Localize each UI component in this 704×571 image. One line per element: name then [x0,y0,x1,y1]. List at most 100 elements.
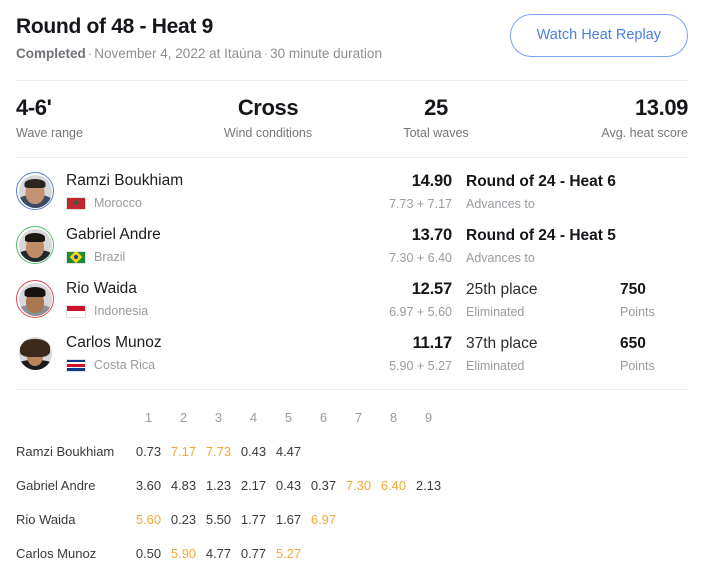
wave-score-cell [376,502,411,536]
country-name: Indonesia [94,304,149,318]
wave-score-cell: 4.77 [205,545,232,561]
wave-column-header: 3 [214,409,223,425]
athlete-info: Carlos Munoz Costa Rica [66,333,348,373]
athlete-row[interactable]: Carlos Munoz Costa Rica 11.17 5.90 + 5.2… [16,326,688,380]
wave-score-cell: 2.17 [240,477,267,493]
subtitle-separator-2: · [263,46,269,61]
athlete-points [620,243,688,247]
result-main: 25th place [466,280,538,298]
wave-score-cell: 0.77 [240,545,267,561]
wave-table-corner [16,400,131,434]
wave-score-cell [411,536,446,570]
avatar [16,172,54,210]
athlete-score: 12.57 6.97 + 5.60 [348,279,452,320]
avatar-image [18,228,52,262]
avatar-image [18,174,52,208]
stat-value: 4-6' [16,95,52,120]
athlete-list: Ramzi Boukhiam ★ Morocco 14.90 7.73 + 7.… [0,158,704,380]
result-sub: Advances to [466,250,535,265]
morocco-flag: ★ [66,196,86,210]
wave-score-cell: 4.47 [275,443,302,459]
athlete-info: Ramzi Boukhiam ★ Morocco [66,171,348,211]
athlete-name: Gabriel Andre [66,226,161,243]
wave-score-cell: 3.60 [135,477,162,493]
points-value: 750 [620,280,646,298]
athlete-row[interactable]: Gabriel Andre Brazil 13.70 7.30 + 6.40 R… [16,218,688,272]
result-main: 37th place [466,334,538,352]
wave-score-cell: 2.13 [415,477,442,493]
score-total: 13.70 [411,225,452,244]
country-name: Morocco [94,196,142,210]
wave-score-cell [306,434,341,468]
athlete-name: Carlos Munoz [66,334,162,351]
stat-value: 25 [424,95,448,120]
wave-score-cell: 1.67 [275,511,302,527]
wave-row-name: Gabriel Andre [16,477,96,493]
wave-score-cell: 5.50 [205,511,232,527]
wave-column-header: 1 [144,409,153,425]
country-name: Brazil [94,250,126,264]
athlete-result: 37th place Eliminated [452,333,620,374]
result-main: Round of 24 - Heat 6 [466,172,616,190]
wave-score-cell [341,434,376,468]
wave-score-cell: 0.43 [275,477,302,493]
avatar [16,334,54,372]
table-row: Rio Waida 5.60 0.23 5.50 1.77 1.67 6.97 [16,502,446,536]
wave-table-header-row: 1 2 3 4 5 6 7 8 9 [16,400,446,434]
wave-column-header: 6 [319,409,328,425]
wave-score-cell [411,502,446,536]
points-label: Points [620,304,655,319]
wave-score-cell: 0.23 [170,511,197,527]
table-row: Ramzi Boukhiam 0.73 7.17 7.73 0.43 4.47 [16,434,446,468]
wave-column-header: 5 [284,409,293,425]
athlete-row[interactable]: Rio Waida Indonesia 12.57 6.97 + 5.60 25… [16,272,688,326]
wave-column-header: 7 [354,409,363,425]
heat-results-page: Round of 48 - Heat 9 Completed · November … [0,0,704,571]
wave-column-header: 4 [249,409,258,425]
status-badge: Completed [16,46,86,61]
indonesia-flag [66,304,86,318]
stat-value: 13.09 [634,95,688,120]
points-label: Points [620,358,655,373]
score-total: 14.90 [411,171,452,190]
wave-score-cell: 0.50 [135,545,162,561]
wave-score-cell: 5.27 [275,545,302,561]
athlete-name: Ramzi Boukhiam [66,172,184,189]
costarica-flag [66,358,86,372]
wave-score-cell: 6.97 [310,511,337,527]
wave-score-cell: 1.77 [240,511,267,527]
wave-score-cell: 7.30 [345,477,372,493]
avatar-image [18,282,52,316]
watch-heat-replay-button[interactable]: Watch Heat Replay [509,14,688,57]
heat-subtitle: Completed · November 4, 2022 at Itaúna · 30 … [16,45,382,63]
heat-header-text: Round of 48 - Heat 9 Completed · November … [16,12,382,63]
athlete-info: Gabriel Andre Brazil [66,225,348,265]
score-parts: 6.97 + 5.60 [389,304,452,319]
wave-score-cell [411,434,446,468]
score-total: 12.57 [411,279,452,298]
table-row: Carlos Munoz 0.50 5.90 4.77 0.77 5.27 [16,536,446,570]
athlete-country: Brazil [66,249,348,265]
heat-duration: 30 minute duration [270,46,382,61]
heat-date: November 4, 2022 at Itaúna [94,46,262,61]
divider-wave-table [16,389,688,390]
result-sub: Advances to [466,196,535,211]
heat-stats-bar: 4-6' Wave range Cross Wind conditions 25… [0,81,704,157]
wave-score-cell [376,536,411,570]
wave-score-cell [341,536,376,570]
wave-column-header: 8 [389,409,398,425]
wave-score-cell [341,502,376,536]
brazil-flag [66,250,86,264]
wave-score-cell: 4.83 [170,477,197,493]
wave-column-header: 2 [179,409,188,425]
athlete-row[interactable]: Ramzi Boukhiam ★ Morocco 14.90 7.73 + 7.… [16,164,688,218]
wave-row-name: Carlos Munoz [16,545,97,561]
wave-scores-section: 1 2 3 4 5 6 7 8 9 Ramzi Boukhiam 0.73 7.… [0,400,704,570]
score-parts: 5.90 + 5.27 [389,358,452,373]
table-row: Gabriel Andre 3.60 4.83 1.23 2.17 0.43 0… [16,468,446,502]
stat-label: Wave range [16,126,83,140]
stat-avg-heat-score: 13.09 Avg. heat score [520,95,688,141]
athlete-country: Indonesia [66,303,348,319]
wave-row-name: Rio Waida [16,511,76,527]
athlete-points: 750 Points [620,279,688,320]
